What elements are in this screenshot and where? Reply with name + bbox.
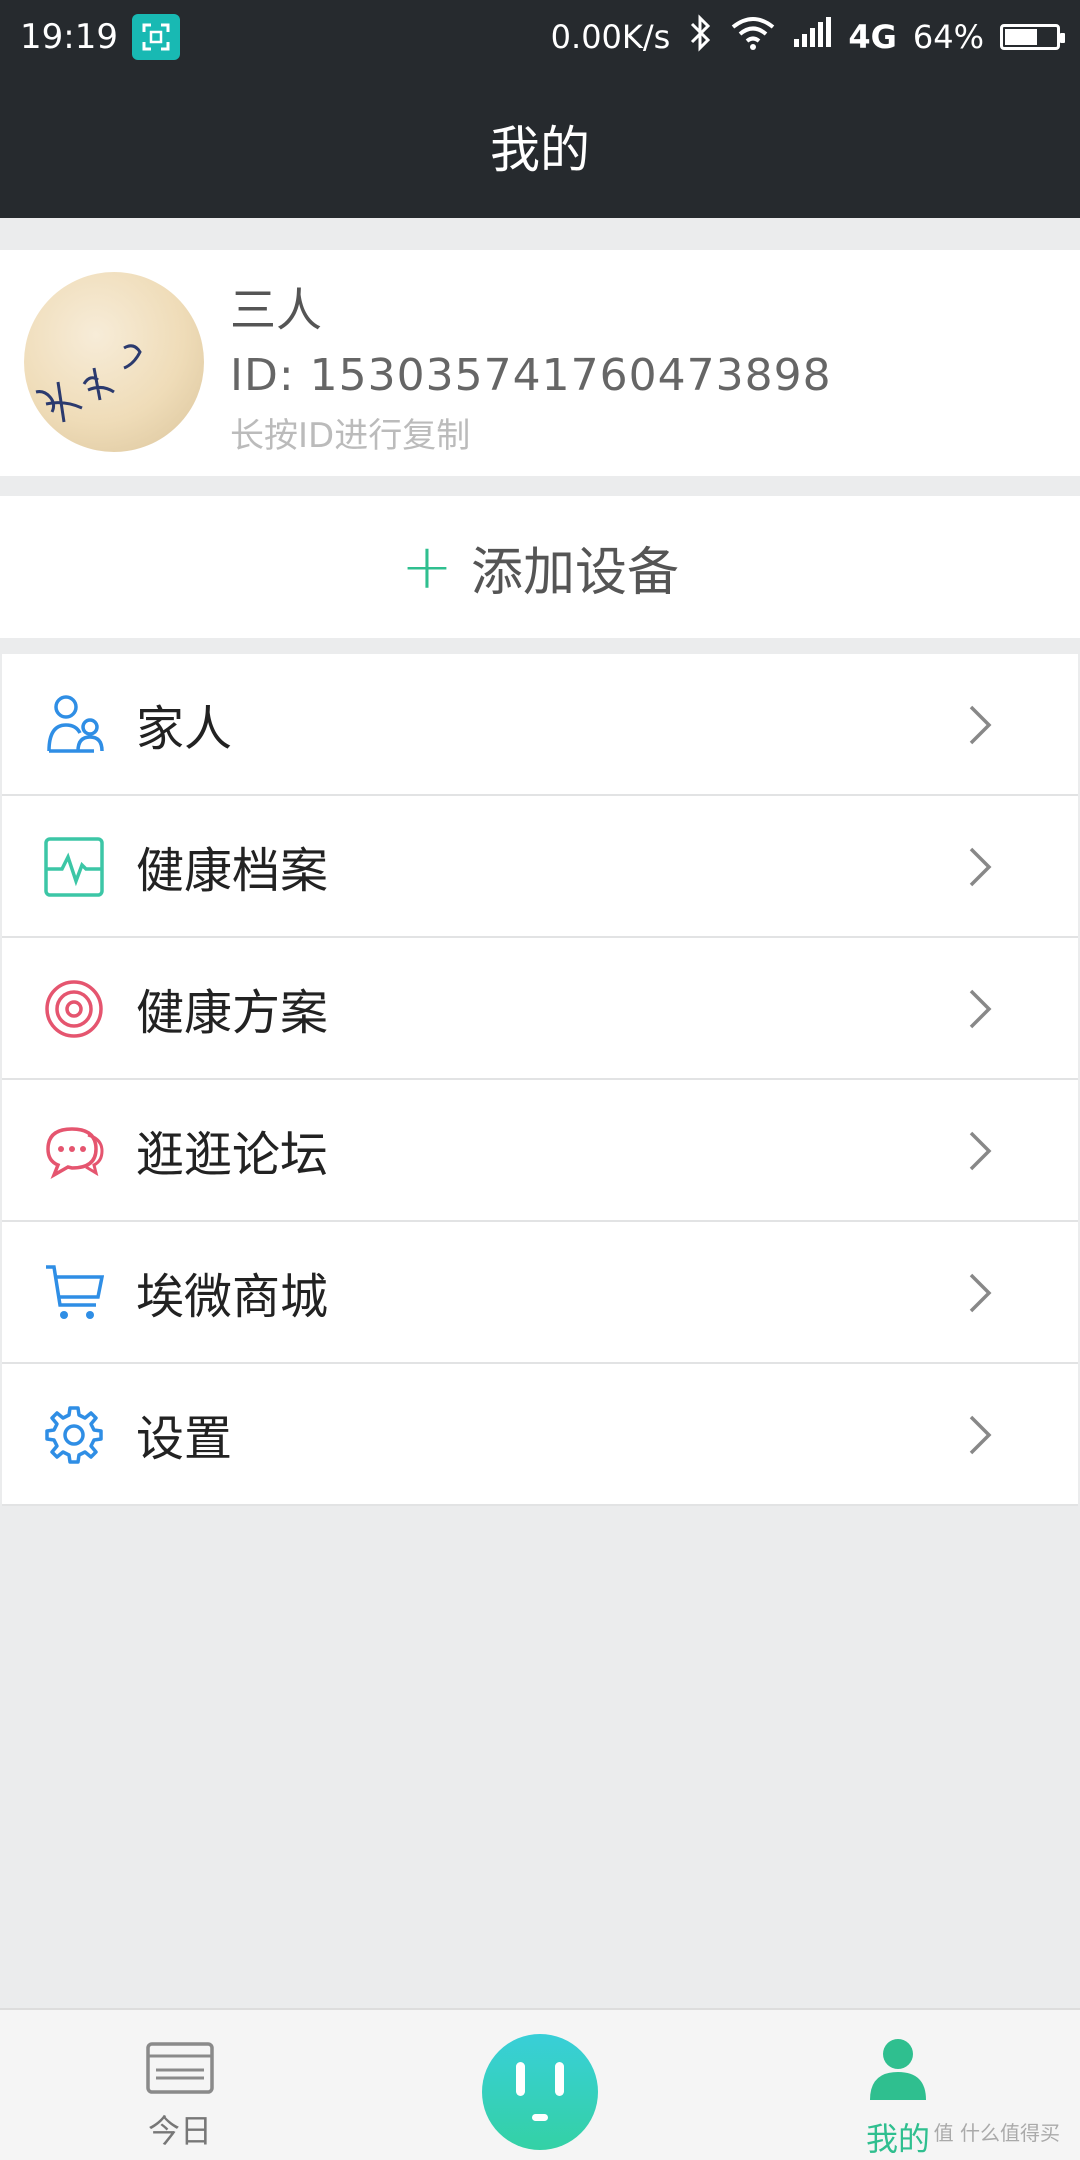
tab-today[interactable]: 今日 [130,2042,230,2152]
device-face-icon [516,2062,564,2121]
menu-label-health-plan: 健康方案 [136,985,329,1041]
signal-icon [792,16,832,58]
person-icon [866,2038,930,2106]
tab-mine-label: 我的 [865,2120,930,2158]
bottom-tab-bar: 今日 我的 值 什么值得买 [0,2008,1080,2160]
menu-item-forum[interactable]: 逛逛论坛 [2,1080,1078,1222]
status-bar: 19:19 0.00K/s 4G 64% [0,0,1080,74]
chevron-right-icon [968,846,992,888]
network-speed: 0.00K/s [550,18,671,56]
app-header: 我的 [0,74,1080,218]
menu-list: 家人 健康档案 健康方案 逛逛论坛 埃微商城 设置 [2,654,1078,1506]
avatar-signature-image [35,344,142,423]
avatar[interactable] [24,272,204,452]
page-title: 我的 [490,121,590,179]
health-record-icon [44,837,104,897]
profile-card[interactable]: 三人 ID: 15303574176047389​8 长按ID进行复制 [0,250,1080,476]
battery-level-fill [1005,29,1037,45]
profile-id[interactable]: ID: 15303574176047389​8 [230,350,832,401]
chevron-right-icon [968,1272,992,1314]
tab-today-label: 今日 [147,2112,212,2150]
menu-item-family[interactable]: 家人 [2,654,1078,796]
menu-label-settings: 设置 [136,1411,233,1467]
status-time: 19:19 [20,17,118,57]
cart-icon [44,1263,105,1323]
screenshot-icon [131,14,180,60]
chevron-right-icon [968,1414,992,1456]
target-icon [44,979,104,1039]
profile-name: 三人 [230,283,322,337]
chevron-right-icon [968,704,992,746]
gear-icon [44,1405,104,1465]
menu-item-health-plan[interactable]: 健康方案 [2,938,1078,1080]
wifi-icon [730,15,776,60]
plus-icon: + [401,530,453,603]
copy-id-hint: 长按ID进行复制 [230,416,471,456]
menu-label-health-record: 健康档案 [136,843,329,899]
family-icon [44,695,104,755]
add-device-label: 添加设备 [470,542,679,603]
bluetooth-icon [686,13,714,62]
chevron-right-icon [968,1130,992,1172]
menu-item-health-record[interactable]: 健康档案 [2,796,1078,938]
network-type: 4G [848,18,897,56]
battery-percent: 64% [912,18,984,56]
menu-label-forum: 逛逛论坛 [136,1127,329,1183]
battery-icon [1000,24,1065,50]
menu-label-mall: 埃微商城 [136,1269,329,1325]
chat-icon [44,1121,104,1181]
menu-item-mall[interactable]: 埃微商城 [2,1222,1078,1364]
device-center-button[interactable] [482,2034,598,2150]
add-device-button[interactable]: + 添加设备 [0,496,1080,638]
chevron-right-icon [968,988,992,1030]
menu-label-family: 家人 [136,701,233,757]
newspaper-icon [146,2042,214,2098]
menu-item-settings[interactable]: 设置 [2,1364,1078,1506]
watermark: 值 什么值得买 [933,2121,1060,2145]
